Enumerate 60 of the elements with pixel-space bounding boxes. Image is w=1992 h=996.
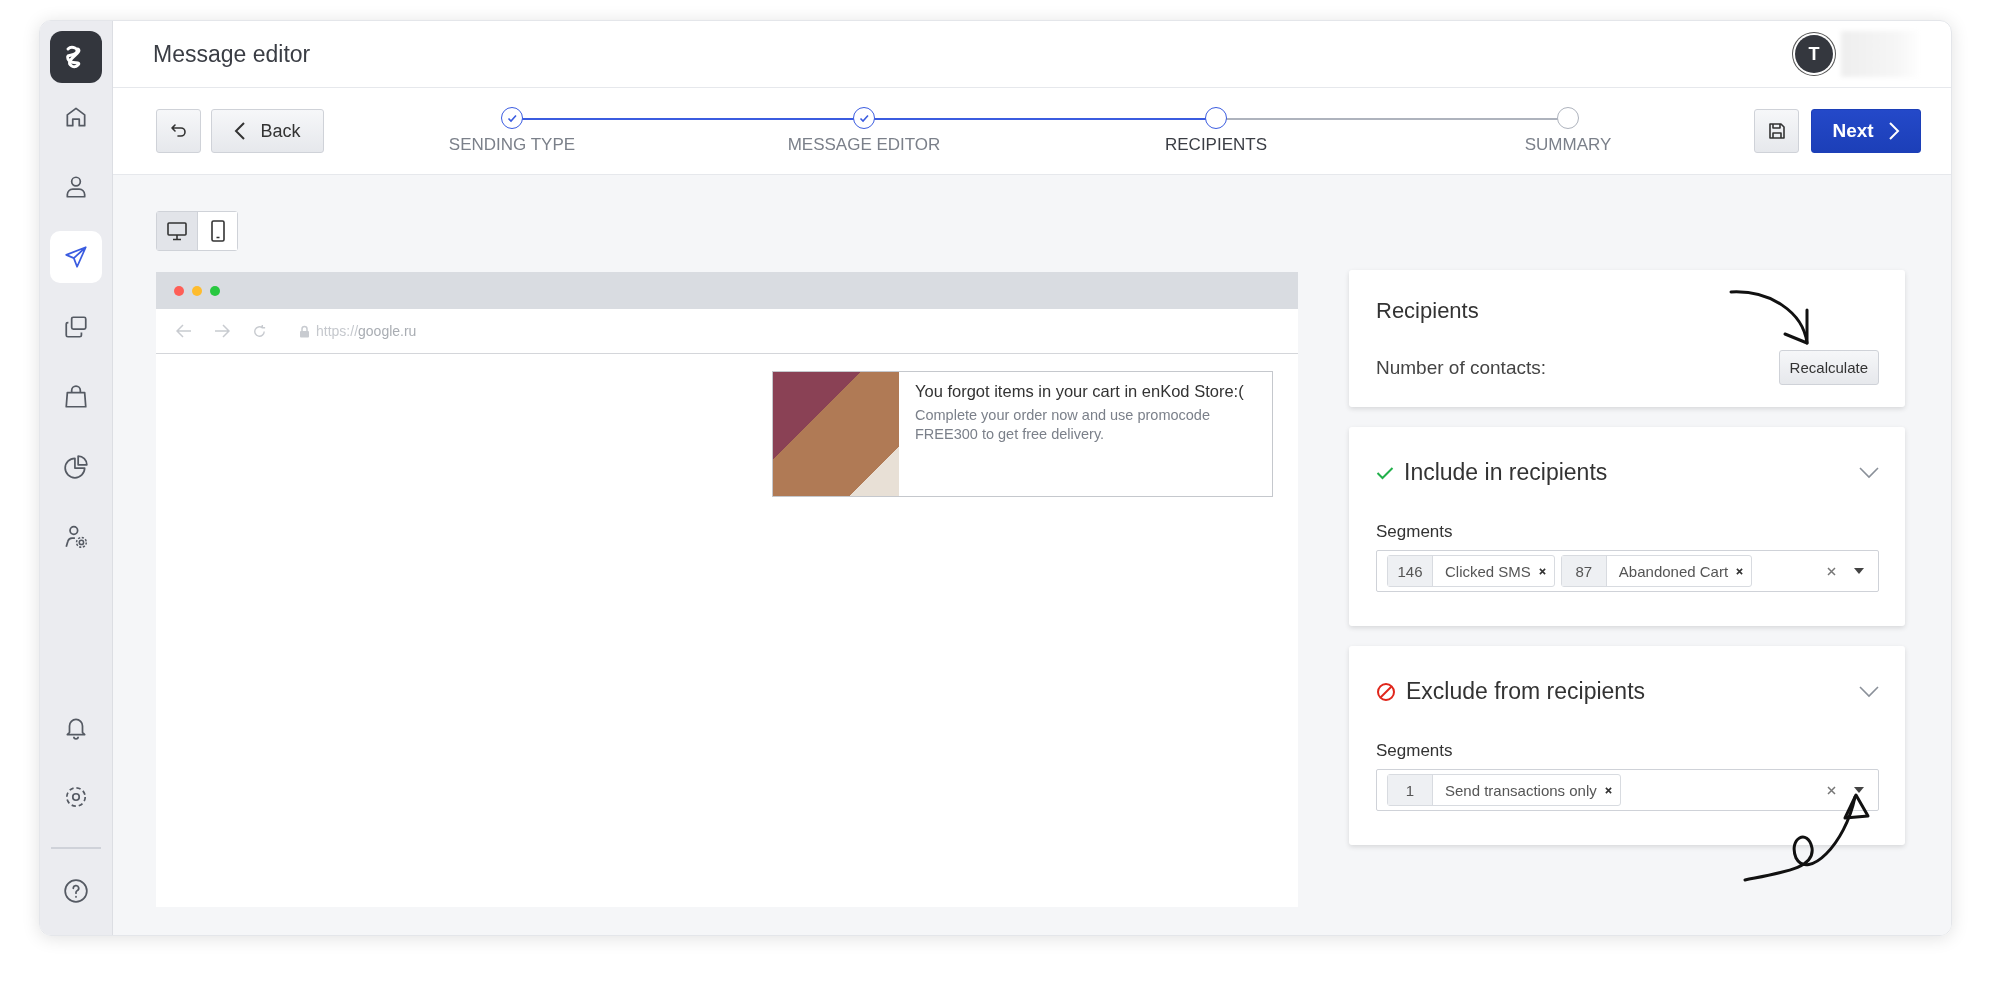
next-button[interactable]: Next [1811, 109, 1921, 153]
segment-count: 146 [1388, 556, 1433, 586]
back-arrow-icon [176, 324, 192, 338]
user-avatar[interactable]: T [1795, 35, 1833, 73]
back-button[interactable]: Back [211, 109, 324, 153]
segment-count: 1 [1388, 775, 1433, 805]
person-gear-icon [63, 524, 89, 550]
segments-select[interactable]: 1 Send transactions only [1376, 769, 1879, 811]
lock-icon [299, 324, 310, 338]
step-label: RECIPIENTS [1165, 135, 1267, 155]
shopping-bag-icon [63, 384, 89, 410]
mobile-view-button[interactable] [197, 212, 237, 250]
monitor-icon [166, 220, 188, 242]
chevron-down-icon[interactable] [1859, 685, 1879, 698]
segments-label: Segments [1376, 522, 1454, 542]
contacts-label: Number of contacts: [1376, 356, 1547, 379]
window-dot [174, 285, 184, 296]
pie-chart-icon [63, 454, 89, 480]
segments-select[interactable]: 146 Clicked SMS 87 Abandoned Cart [1376, 550, 1879, 592]
filter-title: Include in recipients [1404, 459, 1609, 486]
segment-count: 87 [1561, 556, 1607, 586]
page-title: Message editor [153, 40, 312, 68]
sidebar-item[interactable] [50, 231, 102, 283]
stacked-squares-icon [63, 314, 89, 340]
person-icon [63, 174, 89, 200]
phone-icon [209, 220, 226, 242]
prohibited-icon [1376, 681, 1396, 702]
filter-title: Exclude from recipients [1406, 678, 1647, 705]
window-dot [210, 285, 220, 296]
clear-icon[interactable] [1827, 785, 1836, 795]
segment-name: Clicked SMS [1444, 562, 1532, 580]
clear-icon[interactable] [1827, 566, 1836, 576]
recalculate-button[interactable]: Recalculate [1778, 350, 1879, 385]
remove-icon[interactable] [1538, 567, 1546, 575]
desktop-view-button[interactable] [157, 212, 197, 250]
chevron-right-icon [1887, 121, 1900, 141]
url-text: https://google.ru [316, 323, 417, 339]
card-title: Recipients [1376, 298, 1480, 324]
step-label: SENDING TYPE [448, 135, 576, 155]
segments-label: Segments [1376, 741, 1454, 761]
step-label: SUMMARY [1524, 135, 1612, 155]
chevron-down-icon[interactable] [1859, 466, 1879, 479]
step-label: MESSAGE EDITOR [787, 135, 941, 155]
forward-arrow-icon [214, 324, 230, 338]
segment-name: Abandoned Cart [1617, 562, 1730, 580]
save-button[interactable] [1754, 109, 1799, 153]
undo-button[interactable] [156, 109, 201, 153]
caret-icon[interactable] [1854, 568, 1864, 574]
caret-icon[interactable] [1854, 787, 1864, 793]
chevron-left-icon [234, 121, 247, 141]
window-dot [192, 285, 202, 296]
check-icon [1376, 465, 1394, 480]
remove-icon[interactable] [1604, 786, 1612, 794]
remove-icon[interactable] [1736, 567, 1744, 575]
app-logo[interactable] [50, 31, 102, 83]
popup-title: You forgot items in your cart in enKod Store:( [915, 381, 1245, 402]
paper-plane-icon [63, 244, 89, 270]
segment-name: Send transactions only [1444, 781, 1598, 799]
popup-text: Complete your order now and use promocode FREE300 to get free delivery. [915, 406, 1211, 444]
reload-icon [252, 323, 267, 339]
